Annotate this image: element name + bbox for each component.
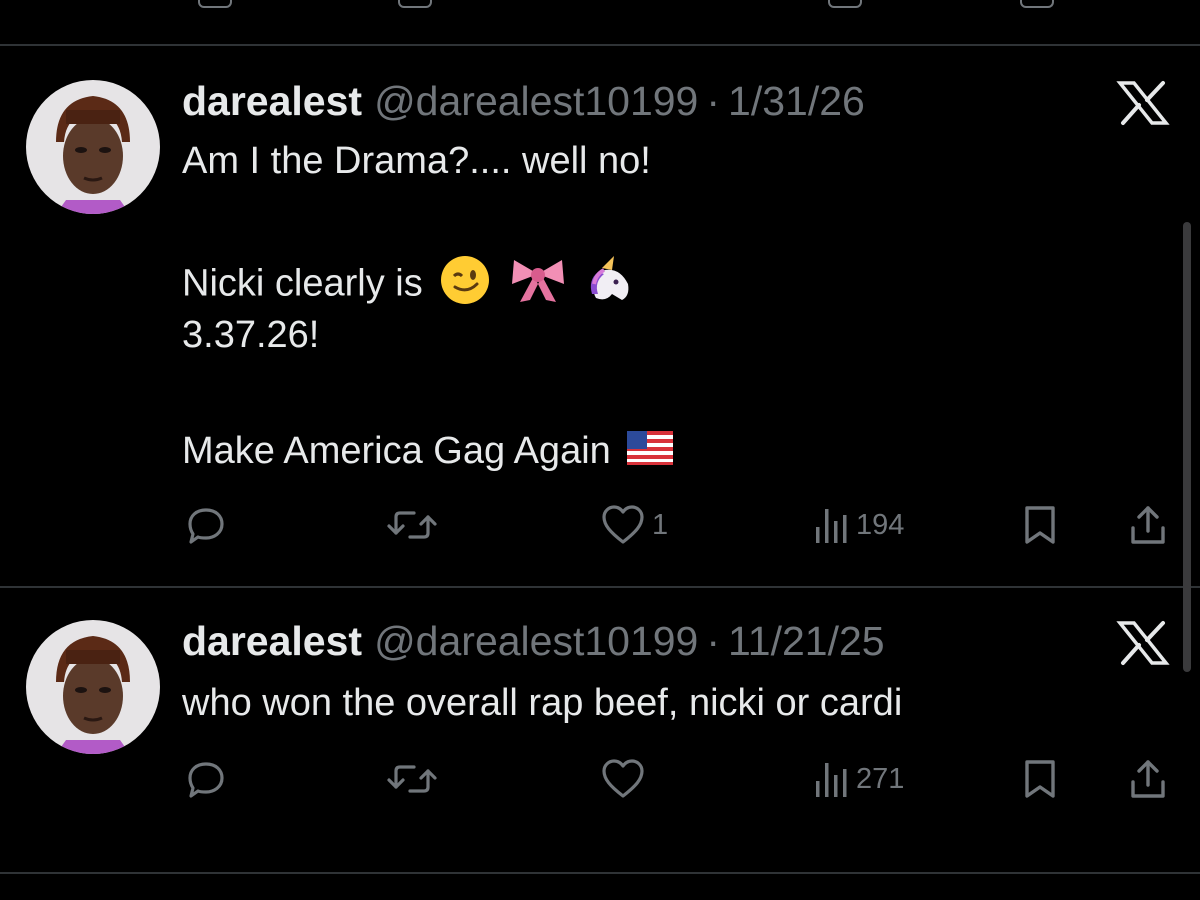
tweet-actions: 1 194 bbox=[0, 500, 1200, 550]
views-button[interactable]: 194 bbox=[814, 500, 904, 550]
bookmark-icon bbox=[1025, 760, 1055, 798]
heart-icon bbox=[602, 759, 644, 798]
separator-dot: · bbox=[706, 78, 721, 124]
bookmark-button[interactable] bbox=[1022, 754, 1058, 804]
views-icon bbox=[816, 509, 847, 543]
previous-tweet-actions bbox=[0, 0, 1200, 8]
avatar[interactable] bbox=[26, 80, 160, 214]
x-logo-icon[interactable] bbox=[1114, 80, 1172, 126]
tweet-text-line-2: Nicki clearly is bbox=[182, 254, 638, 317]
divider-top bbox=[0, 44, 1200, 46]
scrollbar[interactable] bbox=[1183, 222, 1191, 672]
view-count: 194 bbox=[856, 508, 905, 541]
repost-button[interactable] bbox=[386, 500, 438, 550]
share-icon bbox=[1131, 506, 1165, 544]
views-icon bbox=[816, 763, 847, 797]
winking-face-icon bbox=[439, 254, 491, 317]
separator-dot: · bbox=[706, 618, 721, 664]
tweet-text-line-4-text: Make America Gag Again bbox=[182, 430, 611, 472]
display-name[interactable]: darealest bbox=[182, 78, 362, 124]
like-button[interactable] bbox=[600, 754, 646, 804]
tweet-text-line-4: Make America Gag Again bbox=[182, 428, 674, 476]
unicorn-icon bbox=[584, 254, 638, 317]
pink-bow-icon bbox=[508, 254, 568, 317]
repost-icon bbox=[387, 511, 437, 539]
us-flag-icon bbox=[627, 430, 674, 476]
view-count: 271 bbox=[856, 762, 905, 795]
tweet-text-line-2-text: Nicki clearly is bbox=[182, 262, 423, 305]
reply-button[interactable] bbox=[186, 754, 226, 804]
divider-bottom bbox=[0, 872, 1200, 874]
reply-icon bbox=[188, 508, 224, 544]
avatar[interactable] bbox=[26, 620, 160, 754]
user-handle[interactable]: @darealest10199 bbox=[374, 78, 698, 124]
reply-button[interactable] bbox=[186, 500, 226, 550]
display-name[interactable]: darealest bbox=[182, 618, 362, 664]
share-icon bbox=[1131, 760, 1165, 798]
reply-icon bbox=[188, 762, 224, 798]
views-button[interactable]: 271 bbox=[814, 754, 904, 804]
repost-icon bbox=[387, 765, 437, 793]
tweet-header: darealest @darealest10199 · 1/31/26 bbox=[182, 78, 865, 124]
like-count: 1 bbox=[652, 508, 669, 541]
share-button[interactable] bbox=[1128, 754, 1168, 804]
tweet-text-line-3: 3.37.26! bbox=[182, 314, 320, 356]
user-handle[interactable]: @darealest10199 bbox=[374, 618, 698, 664]
like-button[interactable]: 1 bbox=[600, 500, 668, 550]
tweet-date[interactable]: 11/21/25 bbox=[728, 618, 885, 664]
divider-middle bbox=[0, 586, 1200, 588]
bookmark-button[interactable] bbox=[1022, 500, 1058, 550]
heart-icon bbox=[602, 505, 644, 544]
x-logo-icon[interactable] bbox=[1114, 620, 1172, 666]
share-button[interactable] bbox=[1128, 500, 1168, 550]
tweet-actions: 271 bbox=[0, 754, 1200, 804]
tweet-text-line-1: who won the overall rap beef, nicki or c… bbox=[182, 682, 903, 724]
tweet-date[interactable]: 1/31/26 bbox=[728, 78, 865, 124]
bookmark-icon bbox=[1025, 506, 1055, 544]
tweet-text-line-1: Am I the Drama?.... well no! bbox=[182, 140, 651, 182]
tweet-header: darealest @darealest10199 · 11/21/25 bbox=[182, 618, 885, 664]
repost-button[interactable] bbox=[386, 754, 438, 804]
